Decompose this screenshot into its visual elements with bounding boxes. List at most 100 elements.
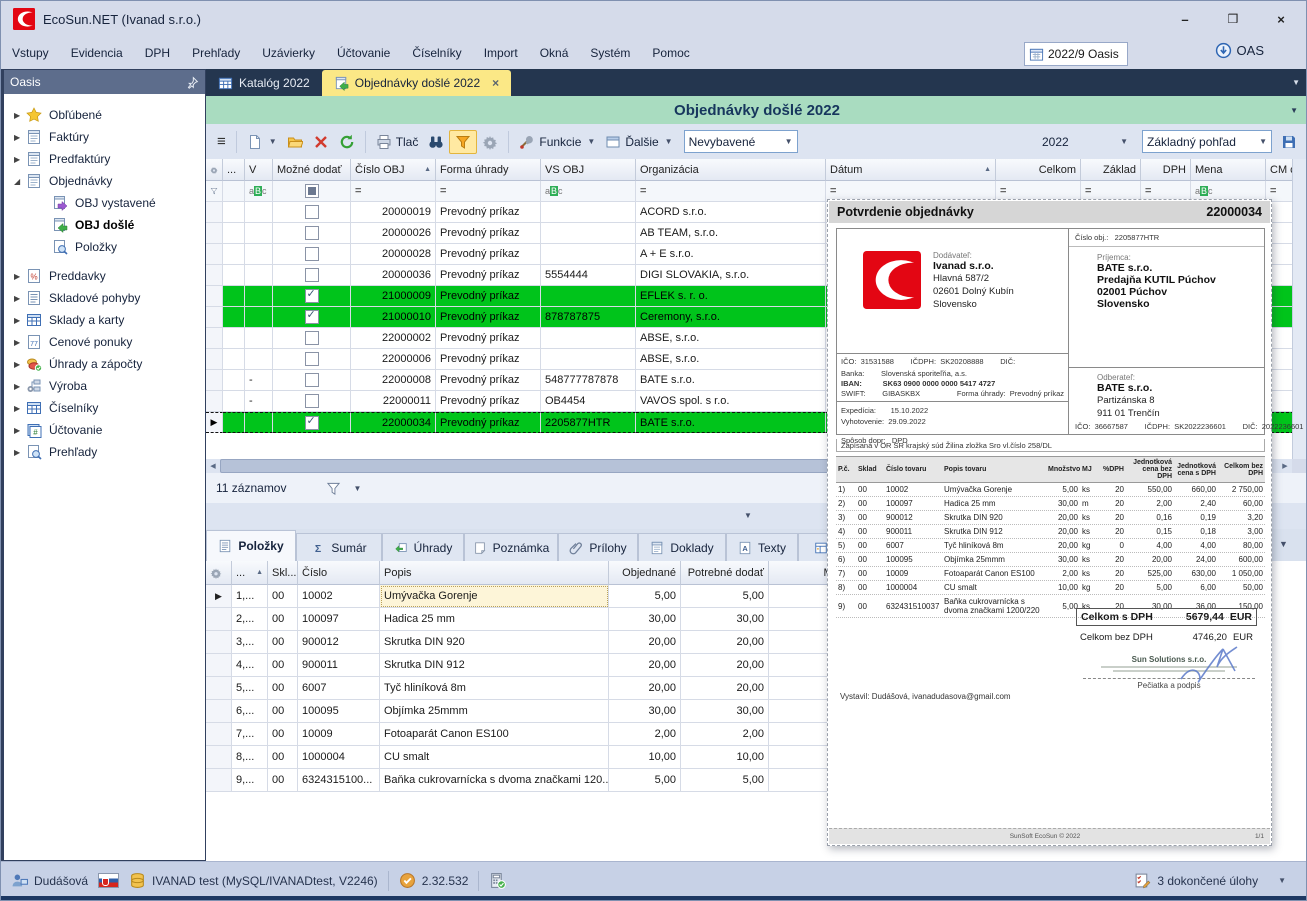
tree-arrow-icon[interactable]: ▶	[14, 155, 26, 164]
column-header-Celkom[interactable]: Celkom	[996, 159, 1081, 181]
tree-arrow-icon[interactable]: ▶	[14, 111, 26, 120]
delete-button[interactable]	[308, 131, 334, 153]
filter-cell[interactable]	[223, 181, 245, 202]
cell[interactable]	[273, 412, 351, 433]
detail-tab-polo-ky[interactable]: Položky	[206, 530, 296, 561]
column-header-Organizácia[interactable]: Organizácia	[636, 159, 826, 181]
cell[interactable]	[273, 307, 351, 328]
column-header-VS OBJ[interactable]: VS OBJ	[541, 159, 636, 181]
cell[interactable]	[273, 265, 351, 286]
detail-tab-pr-lohy[interactable]: Prílohy	[558, 533, 638, 561]
tree-arrow-icon[interactable]: ▶	[14, 382, 26, 391]
oas-button[interactable]: OAS	[1215, 42, 1264, 59]
deliverable-checkbox[interactable]	[305, 416, 319, 430]
deliverable-checkbox[interactable]	[305, 289, 319, 303]
splitter-collapse-arrow[interactable]: ▼	[744, 511, 752, 520]
tree-arrow-icon[interactable]: ▶	[14, 294, 26, 303]
sidebar-item--hrady-a-z-po-ty[interactable]: ▶Úhrady a zápočty	[4, 353, 205, 375]
tree-arrow-icon[interactable]: ▶	[14, 133, 26, 142]
tab-objedn-vky-do-l-2022[interactable]: Objednávky došlé 2022×	[322, 70, 511, 96]
vertical-scrollbar[interactable]	[1292, 159, 1307, 459]
menu-item-okná[interactable]: Okná	[529, 42, 580, 64]
deliverable-checkbox[interactable]	[305, 205, 319, 219]
filter-cell[interactable]: =	[351, 181, 436, 202]
sidebar-item-skladov-pohyby[interactable]: ▶Skladové pohyby	[4, 287, 205, 309]
column-header-Možné dodať[interactable]: Možné dodať	[273, 159, 351, 181]
filter-cell[interactable]	[206, 181, 223, 202]
grid-menu-button[interactable]: ≡	[212, 130, 231, 153]
cell[interactable]	[273, 328, 351, 349]
cell[interactable]	[273, 223, 351, 244]
column-header-Číslo OBJ[interactable]: Číslo OBJ▲	[351, 159, 436, 181]
sidebar-item-objedn-vky[interactable]: ◢Objednávky	[4, 170, 205, 192]
tree-arrow-icon[interactable]: ▶	[14, 272, 26, 281]
cell[interactable]	[273, 286, 351, 307]
menu-item-prehľady[interactable]: Prehľady	[181, 42, 251, 64]
year-combo[interactable]: 2022▼	[1036, 131, 1134, 152]
items-column-header-Popis[interactable]: Popis	[380, 561, 609, 585]
items-column-header-...[interactable]: ...▲	[232, 561, 268, 585]
deliverable-checkbox[interactable]	[305, 394, 319, 408]
view-combo[interactable]: Základný pohľad▼	[1142, 130, 1272, 153]
language-flag-icon[interactable]	[98, 873, 119, 888]
items-column-header-Číslo[interactable]: Číslo	[298, 561, 380, 585]
tree-arrow-icon[interactable]: ▶	[14, 404, 26, 413]
items-column-header-Objednané[interactable]: Objednané	[609, 561, 681, 585]
deliverable-checkbox[interactable]	[305, 226, 319, 240]
sidebar-item--seln-ky[interactable]: ▶Číselníky	[4, 397, 205, 419]
deliverable-checkbox[interactable]	[305, 247, 319, 261]
tree-arrow-icon[interactable]: ▶	[14, 338, 26, 347]
save-view-button[interactable]	[1276, 131, 1302, 153]
filter-cell[interactable]: =	[436, 181, 541, 202]
refresh-button[interactable]	[334, 131, 360, 153]
cell[interactable]	[273, 244, 351, 265]
functions-button[interactable]: Funkcie▼	[514, 131, 600, 153]
sidebar-item-obj-vystaven-[interactable]: OBJ vystavené	[4, 192, 205, 214]
column-header-...[interactable]: ...	[223, 159, 245, 181]
sidebar-item-ob-ben-[interactable]: ▶Obľúbené	[4, 104, 205, 126]
pin-icon[interactable]	[186, 76, 199, 89]
menu-item-vstupy[interactable]: Vstupy	[1, 42, 60, 64]
tabs-overflow-arrow[interactable]: ▼	[1279, 539, 1288, 549]
tab-close-icon[interactable]: ×	[492, 76, 499, 90]
maximize-button[interactable]: ❒	[1222, 12, 1244, 26]
cell[interactable]	[273, 349, 351, 370]
deliverable-checkbox[interactable]	[305, 310, 319, 324]
sidebar-item-obj-do-l-[interactable]: OBJ došlé	[4, 214, 205, 236]
menu-item-číselníky[interactable]: Číselníky	[401, 42, 472, 64]
detail-tab-texty[interactable]: ATexty	[726, 533, 798, 561]
tasks-status[interactable]: 3 dokončené úlohy ▼	[1134, 872, 1306, 889]
sidebar-item-predfakt-ry[interactable]: ▶Predfaktúry	[4, 148, 205, 170]
deliverable-checkbox[interactable]	[305, 373, 319, 387]
column-header-indicator[interactable]	[206, 159, 223, 181]
sidebar-item-polo-ky[interactable]: Položky	[4, 236, 205, 258]
tree-arrow-icon[interactable]: ▶	[14, 426, 26, 435]
menu-item-evidencia[interactable]: Evidencia	[60, 42, 134, 64]
detail-tab-pozn-mka[interactable]: Poznámka	[464, 533, 558, 561]
search-button[interactable]	[423, 131, 449, 153]
period-field[interactable]: 2022/9 Oasis	[1024, 42, 1128, 66]
sidebar-item-preh-ady[interactable]: ▶Prehľady	[4, 441, 205, 463]
items-column-header-Skl...[interactable]: Skl...	[268, 561, 298, 585]
items-column-header-Potrebné dodať[interactable]: Potrebné dodať	[681, 561, 769, 585]
deliverable-checkbox[interactable]	[305, 352, 319, 366]
column-header-Základ[interactable]: Základ	[1081, 159, 1141, 181]
tabstrip-dropdown-arrow[interactable]: ▼	[1292, 78, 1300, 87]
filter-button[interactable]	[449, 130, 477, 154]
menu-item-účtovanie[interactable]: Účtovanie	[326, 42, 401, 64]
filter-outline-icon[interactable]	[326, 481, 341, 496]
column-header-Dátum[interactable]: Dátum▲	[826, 159, 996, 181]
sidebar-item-cenov-ponuky[interactable]: ▶77Cenové ponuky	[4, 331, 205, 353]
tree-arrow-icon[interactable]: ▶	[14, 316, 26, 325]
tree-arrow-icon[interactable]: ◢	[14, 177, 26, 186]
cell[interactable]	[273, 370, 351, 391]
filter-cell[interactable]: aBc	[245, 181, 273, 202]
filter-cell[interactable]: aBc	[541, 181, 636, 202]
scrollbar-thumb[interactable]	[220, 459, 870, 473]
close-button[interactable]: ×	[1270, 12, 1292, 27]
menu-item-pomoc[interactable]: Pomoc	[641, 42, 700, 64]
menu-item-dph[interactable]: DPH	[134, 42, 181, 64]
filter-checkbox[interactable]	[305, 184, 319, 198]
filter-cell[interactable]: =	[636, 181, 826, 202]
deliverable-checkbox[interactable]	[305, 331, 319, 345]
